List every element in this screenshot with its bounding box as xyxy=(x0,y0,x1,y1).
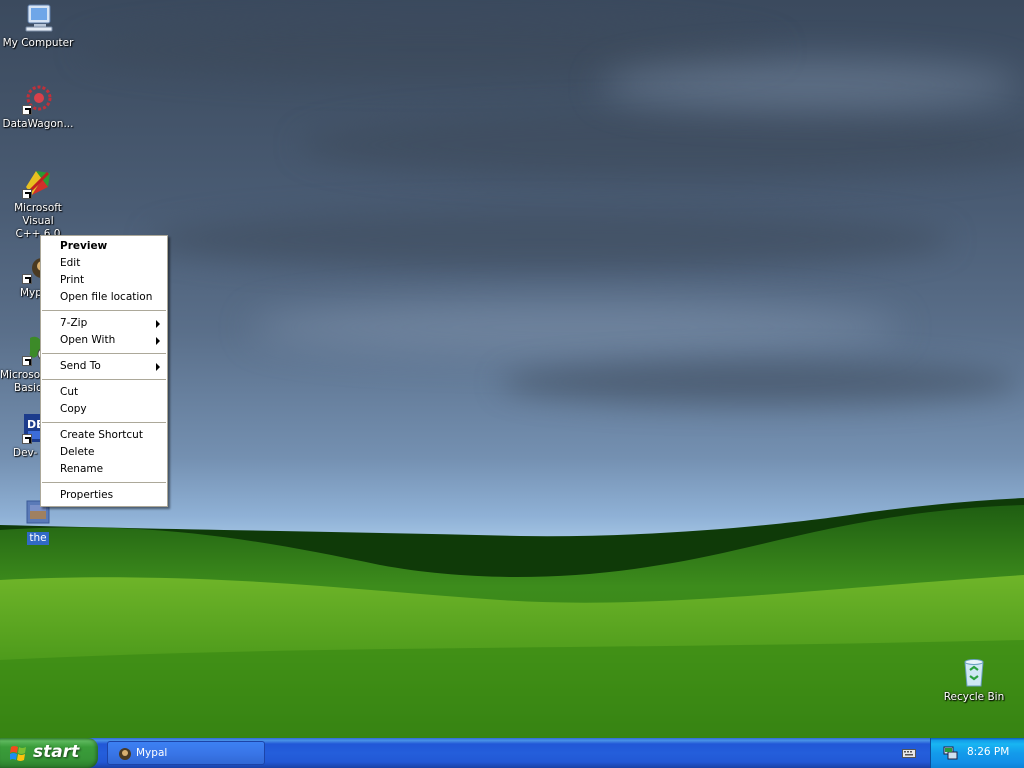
shortcut-arrow-icon xyxy=(22,274,32,284)
visual-cpp-icon xyxy=(22,167,54,199)
menu-item-label: Rename xyxy=(60,463,104,475)
cloud-decoration xyxy=(150,210,950,270)
menu-separator xyxy=(42,353,166,354)
desktop[interactable]: My Computer DataWagon... Microsoft Visua… xyxy=(0,0,1024,738)
menu-item-label: Print xyxy=(60,274,85,286)
menu-item-edit[interactable]: Edit xyxy=(41,255,167,272)
menu-item-label: Create Shortcut xyxy=(60,429,143,441)
start-label: start xyxy=(33,742,80,762)
desktop-icon-my-computer[interactable]: My Computer xyxy=(0,2,78,50)
keyboard-icon[interactable] xyxy=(902,747,916,759)
menu-item-label: Preview xyxy=(60,240,108,252)
cloud-decoration xyxy=(600,60,1020,110)
menu-item-open-file-location[interactable]: Open file location xyxy=(41,289,167,306)
mypal-icon xyxy=(117,746,133,762)
menu-item-rename[interactable]: Rename xyxy=(41,461,167,478)
menu-item-label: Send To xyxy=(60,360,101,372)
clock[interactable]: 8:26 PM xyxy=(967,746,1009,758)
icon-label: the xyxy=(0,532,78,545)
icon-label: My Computer xyxy=(2,37,74,49)
desktop-icon-recycle-bin[interactable]: Recycle Bin xyxy=(934,656,1014,704)
icon-label-line2: Basic xyxy=(14,382,42,394)
menu-item-cut[interactable]: Cut xyxy=(41,384,167,401)
cloud-decoration xyxy=(250,300,900,355)
computer-icon xyxy=(22,2,54,34)
desktop-icon-datawagon[interactable]: DataWagon... xyxy=(0,83,78,131)
network-icon[interactable] xyxy=(942,745,958,761)
start-button[interactable]: start xyxy=(0,738,98,768)
menu-separator xyxy=(42,310,166,311)
shortcut-arrow-icon xyxy=(22,189,32,199)
desktop-icon-visual-cpp[interactable]: Microsoft Visual C++ 6.0 xyxy=(0,167,78,241)
taskbar-button-label: Mypal xyxy=(136,747,168,759)
menu-item-copy[interactable]: Copy xyxy=(41,401,167,418)
menu-item-open-with[interactable]: Open With xyxy=(41,332,167,349)
menu-item-7-zip[interactable]: 7-Zip xyxy=(41,315,167,332)
datawagon-icon xyxy=(22,83,54,115)
selected-icon-label: the xyxy=(27,532,49,545)
icon-label-line1: Microsoft Visual xyxy=(14,202,62,227)
menu-separator xyxy=(42,379,166,380)
menu-item-label: Delete xyxy=(60,446,95,458)
icon-label: DataWagon... xyxy=(2,118,74,130)
menu-item-print[interactable]: Print xyxy=(41,272,167,289)
shortcut-arrow-icon xyxy=(22,356,32,366)
menu-item-create-shortcut[interactable]: Create Shortcut xyxy=(41,427,167,444)
submenu-arrow-icon xyxy=(156,337,160,345)
menu-item-label: Open With xyxy=(60,334,116,346)
windows-logo-icon xyxy=(10,745,27,762)
menu-item-properties[interactable]: Properties xyxy=(41,487,167,504)
menu-item-label: Edit xyxy=(60,257,81,269)
cloud-decoration xyxy=(300,110,1024,180)
menu-item-label: Properties xyxy=(60,489,114,501)
cloud-decoration xyxy=(500,360,1020,405)
submenu-arrow-icon xyxy=(156,320,160,328)
system-tray[interactable]: 8:26 PM xyxy=(930,738,1024,768)
submenu-arrow-icon xyxy=(156,363,160,371)
menu-item-label: 7-Zip xyxy=(60,317,88,329)
taskbar-button-mypal[interactable]: Mypal xyxy=(107,741,265,765)
menu-item-preview[interactable]: Preview xyxy=(41,238,167,255)
menu-item-send-to[interactable]: Send To xyxy=(41,358,167,375)
context-menu[interactable]: Preview Edit Print Open file location 7-Zip O… xyxy=(40,235,168,507)
recycle-bin-icon xyxy=(958,656,990,688)
menu-item-delete[interactable]: Delete xyxy=(41,444,167,461)
menu-separator xyxy=(42,422,166,423)
green-hills xyxy=(0,498,1024,738)
menu-item-label: Open file location xyxy=(60,291,153,303)
shortcut-arrow-icon xyxy=(22,105,32,115)
shortcut-arrow-icon xyxy=(22,434,32,444)
icon-label: Recycle Bin xyxy=(943,691,1005,703)
menu-item-label: Cut xyxy=(60,386,79,398)
taskbar[interactable]: start Mypal 8:26 PM xyxy=(0,738,1024,768)
menu-separator xyxy=(42,482,166,483)
menu-item-label: Copy xyxy=(60,403,87,415)
